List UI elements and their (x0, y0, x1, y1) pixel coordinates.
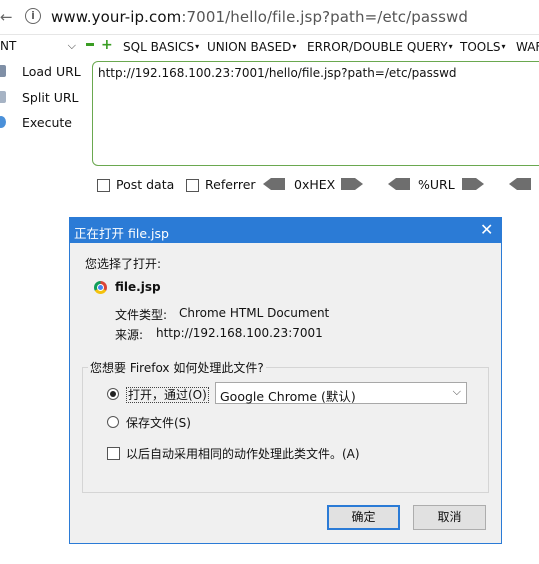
action-label: Split URL (22, 90, 79, 105)
dialog-titlebar: 正在打开 file.jsp ✕ (70, 218, 501, 243)
hex-label: 0xHEX (294, 177, 336, 192)
file-name: file.jsp (115, 280, 161, 294)
execute-icon (0, 116, 6, 128)
application-select-value: Google Chrome (默认) (220, 389, 356, 404)
hackbar-menu: NT ⌵ + SQL BASICS▾ UNION BASED▾ ERROR/DO… (0, 34, 539, 60)
load-url-icon (0, 65, 6, 77)
open-with-label: 打开，通过(O) (126, 387, 209, 403)
source-label: 来源: (115, 328, 144, 342)
menu-error-double-query[interactable]: ERROR/DOUBLE QUERY▾ (307, 40, 453, 54)
next-decode-arrow-icon[interactable] (509, 178, 531, 190)
chrome-icon (94, 281, 107, 294)
close-icon[interactable]: ✕ (480, 220, 493, 239)
menu-label: UNION BASED (207, 40, 292, 54)
menu-label: ERROR/DOUBLE QUERY (307, 40, 448, 54)
minus-icon[interactable] (86, 43, 94, 46)
caret-down-icon: ▾ (448, 42, 453, 51)
load-url-button[interactable]: Load URL (0, 64, 85, 80)
caret-down-icon: ▾ (292, 42, 297, 51)
action-question: 您想要 Firefox 如何处理此文件? (88, 359, 266, 376)
info-icon[interactable]: i (25, 8, 41, 24)
cancel-button[interactable]: 取消 (413, 505, 486, 530)
auto-action-label[interactable]: 以后自动采用相同的动作处理此类文件。(A) (126, 445, 360, 462)
url-bar[interactable]: ← i www.your-ip.com:7001/hello/file.jsp?… (0, 0, 539, 34)
chevron-left-icon[interactable]: ← (0, 8, 13, 26)
address-text[interactable]: www.your-ip.com:7001/hello/file.jsp?path… (51, 8, 468, 26)
chevron-down-icon: ⌵ (67, 39, 76, 52)
menu-tools[interactable]: TOOLS▾ (460, 40, 506, 54)
menu-label: TOOLS (460, 40, 501, 54)
file-type-value: Chrome HTML Document (179, 306, 330, 320)
url-host: www.your-ip.com (51, 8, 182, 26)
referrer-label: Referrer (205, 177, 256, 192)
menu-sql-basics[interactable]: SQL BASICS▾ (123, 40, 199, 54)
auto-action-checkbox[interactable] (107, 447, 120, 460)
open-with-radio[interactable] (107, 388, 119, 400)
application-select[interactable]: Google Chrome (默认) ⌵ (215, 382, 467, 404)
file-type-label: 文件类型: (115, 308, 168, 322)
split-url-button[interactable]: Split URL (0, 90, 85, 106)
split-url-icon (0, 91, 6, 103)
url-textarea[interactable]: http://192.168.100.23:7001/hello/file.js… (92, 61, 539, 166)
execute-button[interactable]: Execute (0, 115, 85, 131)
ok-button[interactable]: 确定 (327, 505, 400, 530)
url-path: :7001/hello/file.jsp?path=/etc/passwd (181, 8, 469, 26)
hex-encode-arrow-icon[interactable] (341, 178, 363, 190)
menu-label: WAF (516, 40, 539, 54)
action-label: Execute (22, 115, 72, 130)
caret-down-icon: ▾ (501, 42, 506, 51)
dialog-title: 正在打开 file.jsp (74, 226, 169, 241)
source-value: http://192.168.100.23:7001 (156, 326, 323, 340)
url-encode-arrow-icon[interactable] (462, 178, 484, 190)
open-file-dialog: 正在打开 file.jsp ✕ 您选择了打开: file.jsp 文件类型: C… (69, 217, 502, 544)
encoding-select-value: NT (0, 39, 17, 53)
post-data-label: Post data (116, 177, 175, 192)
chevron-down-icon: ⌵ (452, 385, 461, 398)
menu-union-based[interactable]: UNION BASED▾ (207, 40, 296, 54)
menu-label: SQL BASICS (123, 40, 195, 54)
open-with-label-wrap[interactable]: 打开，通过(O) (126, 386, 209, 403)
url-decode-arrow-icon[interactable] (388, 178, 410, 190)
save-file-label[interactable]: 保存文件(S) (126, 414, 191, 431)
url-enc-label: %URL (418, 177, 455, 192)
hex-decode-arrow-icon[interactable] (263, 178, 285, 190)
post-data-checkbox[interactable] (97, 179, 110, 192)
caret-down-icon: ▾ (195, 42, 200, 51)
encoding-select[interactable]: NT ⌵ (0, 39, 78, 55)
save-file-radio[interactable] (107, 416, 119, 428)
action-label: Load URL (22, 64, 81, 79)
plus-icon[interactable]: + (101, 38, 113, 52)
menu-waf[interactable]: WAF (516, 40, 539, 54)
dialog-intro: 您选择了打开: (85, 257, 162, 271)
referrer-checkbox[interactable] (186, 179, 199, 192)
